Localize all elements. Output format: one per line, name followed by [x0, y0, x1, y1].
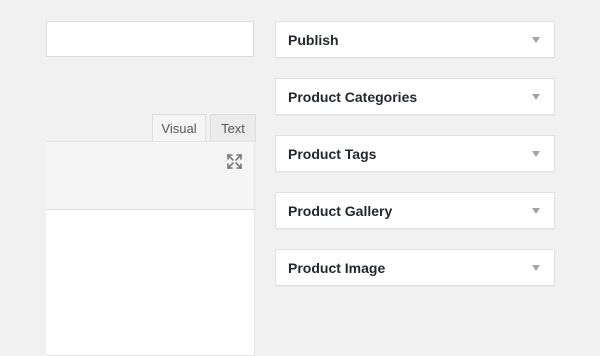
box-title: Product Image: [288, 259, 386, 276]
product-categories-box[interactable]: Product Categories: [275, 78, 555, 115]
box-title: Product Tags: [288, 145, 377, 162]
caret-down-icon[interactable]: [532, 36, 540, 43]
box-title: Product Gallery: [288, 202, 393, 219]
content-editor[interactable]: [46, 141, 255, 356]
title-input[interactable]: [46, 21, 254, 57]
product-tags-box[interactable]: Product Tags: [275, 135, 555, 172]
tab-visual[interactable]: Visual: [152, 114, 206, 142]
product-gallery-box[interactable]: Product Gallery: [275, 192, 555, 229]
caret-down-icon[interactable]: [532, 207, 540, 214]
caret-down-icon[interactable]: [532, 264, 540, 271]
publish-box[interactable]: Publish: [275, 21, 555, 58]
tab-text[interactable]: Text: [210, 114, 256, 142]
editor-toolbar: [46, 142, 254, 210]
fullscreen-expand-icon[interactable]: [226, 153, 243, 170]
caret-down-icon[interactable]: [532, 150, 540, 157]
box-title: Publish: [288, 31, 339, 48]
box-title: Product Categories: [288, 88, 418, 105]
caret-down-icon[interactable]: [532, 93, 540, 100]
product-image-box[interactable]: Product Image: [275, 249, 555, 286]
